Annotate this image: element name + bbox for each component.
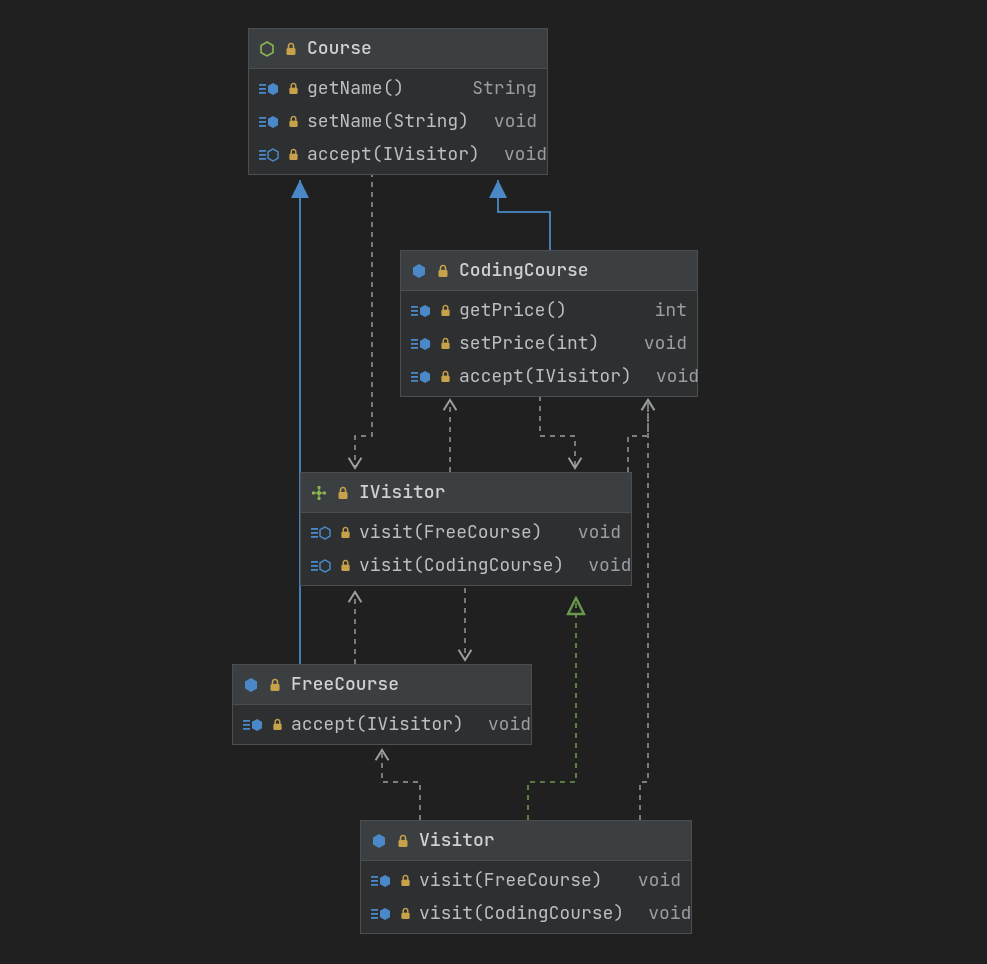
class-name: CodingCourse [459,259,589,282]
member-row[interactable]: accept(IVisitor) void [401,360,697,396]
method-icon [411,336,431,352]
edge-codingcourse-extends-course [498,180,550,250]
interface-icon [311,485,327,501]
edge-visitor-uses-codingcourse [640,400,648,820]
member-return-type: void [620,869,681,892]
member-return-type: void [470,713,531,736]
method-icon [371,906,391,922]
lock-icon [437,303,453,319]
class-name: Visitor [419,829,495,852]
member-row[interactable]: accept(IVisitor) void [233,705,531,744]
class-header: FreeCourse [233,665,531,705]
member-return-type: void [486,143,547,166]
edge-course-uses-ivisitor-a [355,172,372,468]
abstract-method-icon [311,525,331,541]
method-icon [411,369,431,385]
class-name: Course [307,37,372,60]
member-return-type: void [626,332,687,355]
lock-icon [337,525,353,541]
members-list: accept(IVisitor) void [233,705,531,744]
method-icon [259,81,279,97]
method-icon [371,873,391,889]
class-box-freecourse[interactable]: FreeCourse accept(IVisitor) void [232,664,532,745]
members-list: getPrice() int setPrice(int) void accept(I… [401,291,697,396]
edge-visitor-implements-ivisitor [528,598,576,820]
member-return-type: void [570,554,631,577]
member-signature: visit(CodingCourse) [359,554,564,577]
member-return-type: void [476,110,537,133]
method-icon [259,114,279,130]
member-return-type: void [630,902,691,925]
member-signature: visit(FreeCourse) [359,521,554,544]
member-row[interactable]: accept(IVisitor) void [249,138,547,174]
abstract-class-icon [259,41,275,57]
lock-icon [335,485,351,501]
member-row[interactable]: visit(FreeCourse) void [361,861,691,897]
lock-icon [397,873,413,889]
member-signature: accept(IVisitor) [459,365,632,388]
class-header: Visitor [361,821,691,861]
member-signature: setPrice(int) [459,332,620,355]
edge-ivisitor-uses-codingcourse-b [628,400,648,472]
member-row[interactable]: setPrice(int) void [401,327,697,360]
method-icon [243,717,263,733]
edge-codingcourse-uses-ivisitor [540,396,575,468]
class-icon [411,263,427,279]
class-header: IVisitor [301,473,631,513]
member-return-type: void [560,521,621,544]
member-row[interactable]: getName() String [249,69,547,105]
class-icon [243,677,259,693]
member-signature: accept(IVisitor) [291,713,464,736]
lock-icon [437,336,453,352]
lock-icon [337,558,353,574]
member-signature: accept(IVisitor) [307,143,480,166]
method-icon [411,303,431,319]
member-signature: setName(String) [307,110,470,133]
lock-icon [285,147,301,163]
lock-icon [397,906,413,922]
class-box-visitor[interactable]: Visitor visit(FreeCourse) void visit(Codi… [360,820,692,934]
member-signature: visit(FreeCourse) [419,869,614,892]
member-row[interactable]: getPrice() int [401,291,697,327]
abstract-method-icon [311,558,331,574]
member-row[interactable]: visit(FreeCourse) void [301,513,631,549]
members-list: visit(FreeCourse) void visit(CodingCourse… [301,513,631,585]
class-header: CodingCourse [401,251,697,291]
abstract-method-icon [259,147,279,163]
member-row[interactable]: setName(String) void [249,105,547,138]
lock-icon [285,81,301,97]
member-row[interactable]: visit(CodingCourse) void [361,897,691,933]
lock-icon [435,263,451,279]
member-signature: getPrice() [459,299,631,322]
lock-icon [395,833,411,849]
members-list: getName() String setName(String) void acce… [249,69,547,174]
member-return-type: int [637,299,687,322]
lock-icon [437,369,453,385]
class-box-course[interactable]: Course getName() String setName(String) vo… [248,28,548,175]
class-box-ivisitor[interactable]: IVisitor visit(FreeCourse) void visit(Cod… [300,472,632,586]
edge-visitor-uses-freecourse [382,750,420,820]
members-list: visit(FreeCourse) void visit(CodingCourse… [361,861,691,933]
class-header: Course [249,29,547,69]
lock-icon [285,114,301,130]
member-signature: getName() [307,77,448,100]
class-box-codingcourse[interactable]: CodingCourse getPrice() int setPrice(int)… [400,250,698,397]
class-name: IVisitor [359,481,445,504]
lock-icon [283,41,299,57]
member-return-type: void [638,365,699,388]
lock-icon [269,717,285,733]
lock-icon [267,677,283,693]
member-row[interactable]: visit(CodingCourse) void [301,549,631,585]
class-icon [371,833,387,849]
member-signature: visit(CodingCourse) [419,902,624,925]
member-return-type: String [454,77,537,100]
class-name: FreeCourse [291,673,399,696]
